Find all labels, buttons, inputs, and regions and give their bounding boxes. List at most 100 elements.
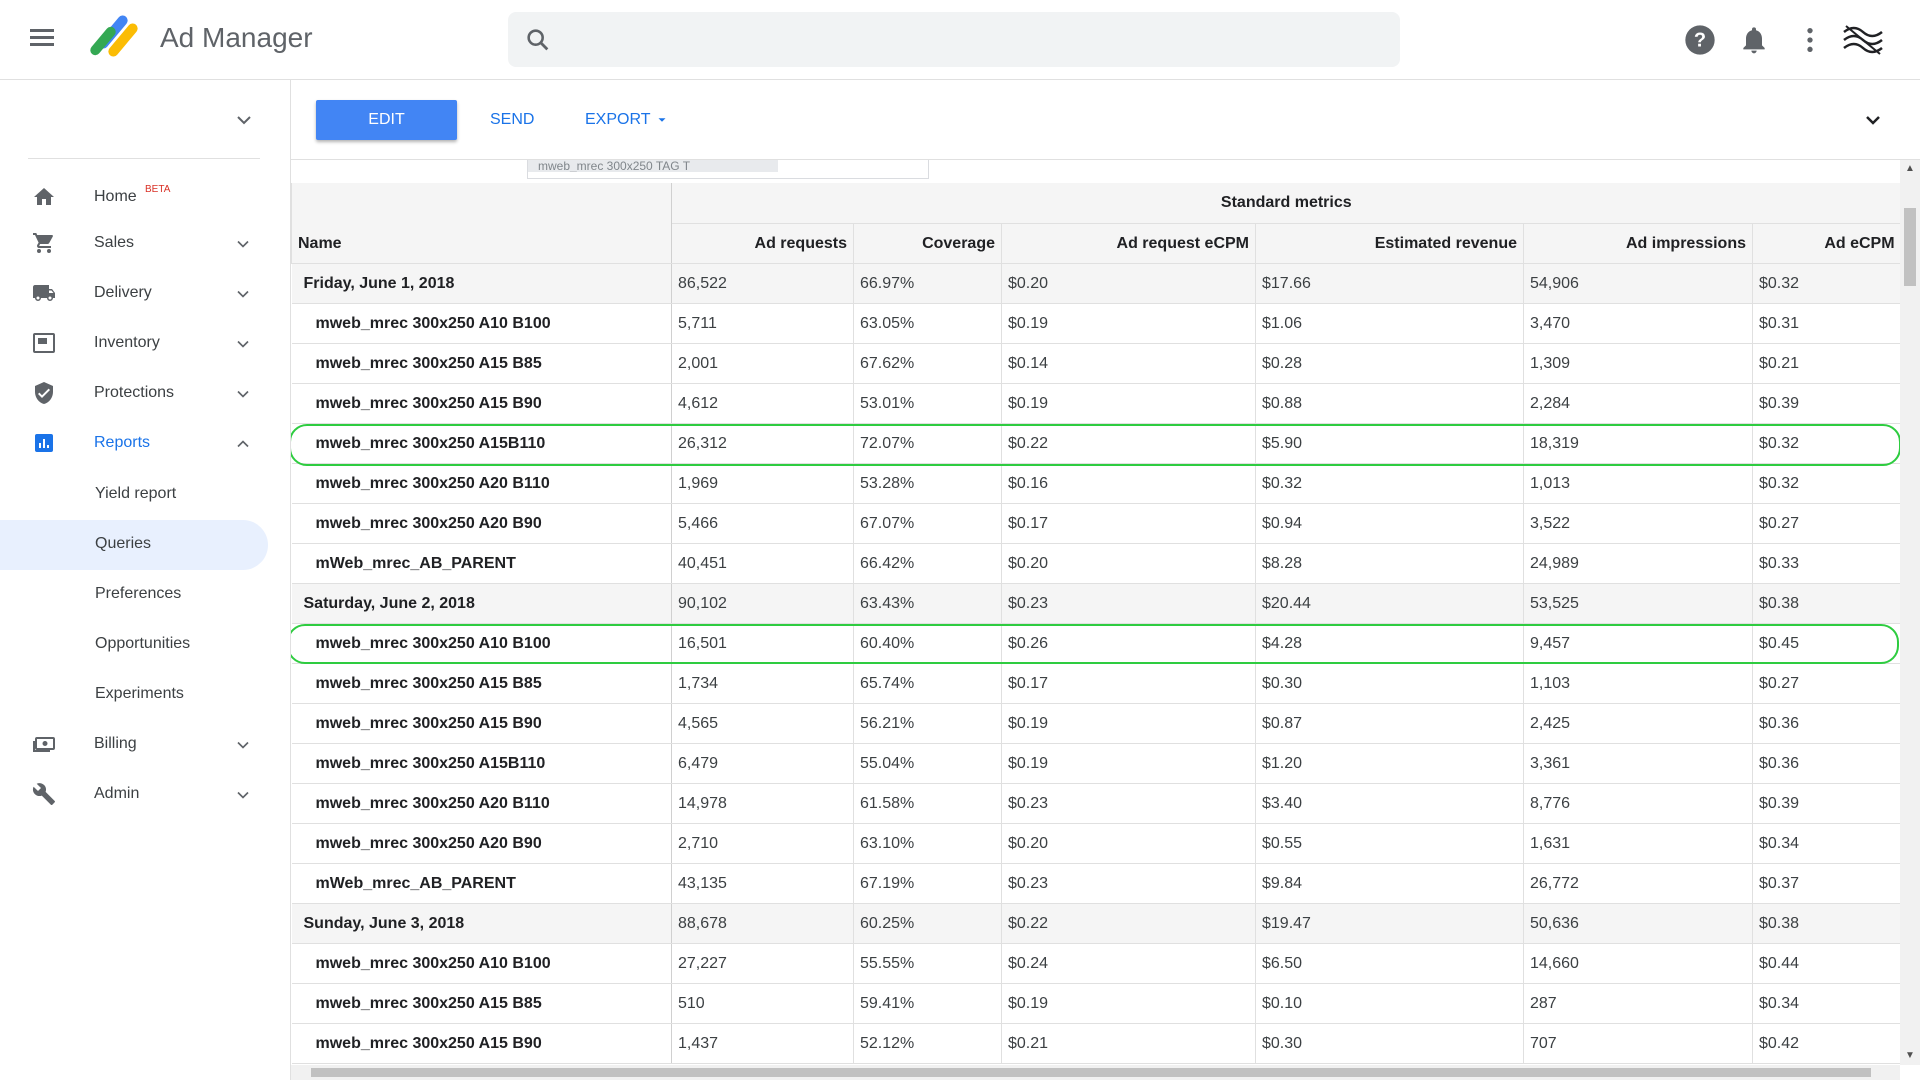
column-header[interactable]: Ad request eCPM [1001,223,1256,264]
column-header[interactable]: Ad requests [671,223,854,264]
row-name-cell: mWeb_mrec_AB_PARENT [291,543,672,584]
sidebar-item-billing[interactable]: Billing [0,723,290,765]
table-row[interactable]: mweb_mrec 300x250 A10 B100 5,711 63.05% $0.… [291,303,1900,344]
metric-cell: 2,001 [671,343,854,384]
metric-cell: 40,451 [671,543,854,584]
home-icon [34,188,54,205]
row-name-cell: Friday, June 1, 2018 [291,263,672,304]
table-row[interactable]: mweb_mrec 300x250 A10 B100 27,227 55.55% $0… [291,943,1900,984]
search-bar[interactable] [508,12,1400,67]
scrollbar-thumb[interactable] [1904,208,1916,286]
metric-cell: $0.28 [1255,343,1524,384]
metric-cell: 24,989 [1523,543,1753,584]
sidebar-item-inventory[interactable]: Inventory [0,322,290,364]
inventory-icon [33,333,55,353]
column-header[interactable]: Ad eCPM [1751,223,1900,264]
row-name-cell: mweb_mrec 300x250 A20 B90 [291,823,672,864]
metric-cell: $0.21 [1751,343,1900,384]
sidebar-item-label: Delivery [94,284,152,301]
account-logo-icon[interactable] [1842,22,1884,58]
table-row[interactable]: mweb_mrec 300x250 A15B110 6,479 55.04% $0.1… [291,743,1900,784]
metric-cell: $20.44 [1255,583,1524,624]
export-label: EXPORT [585,111,651,128]
report-toolbar: EDIT SEND EXPORT [291,80,1920,160]
sidebar-item-admin[interactable]: Admin [0,773,290,815]
metric-cell: $0.27 [1751,503,1900,544]
scrollbar-thumb[interactable] [311,1068,1871,1077]
column-header-name[interactable]: Name [291,183,672,264]
metric-cell: $0.87 [1255,703,1524,744]
metric-cell: 5,711 [671,303,854,344]
hamburger-menu-icon[interactable] [28,26,56,52]
metric-cell: $0.19 [1001,303,1256,344]
metric-cell: 53.28% [853,463,1002,504]
metric-cell: 8,776 [1523,783,1753,824]
metric-cell: $0.55 [1255,823,1524,864]
table-row[interactable]: mweb_mrec 300x250 A15 B90 4,565 56.21% $0.1… [291,703,1900,744]
metric-cell: $0.23 [1001,863,1256,904]
metric-cell: $0.16 [1001,463,1256,504]
row-name-cell: Sunday, June 3, 2018 [291,903,672,944]
table-day-row[interactable]: Sunday, June 3, 2018 88,678 60.25% $0.22 $19… [291,903,1900,944]
table-row[interactable]: mweb_mrec 300x250 A15 B90 1,437 52.12% $0.2… [291,1023,1900,1064]
table-row[interactable]: mweb_mrec 300x250 A15 B85 1,734 65.74% $0.1… [291,663,1900,704]
table-row[interactable]: mweb_mrec 300x250 A20 B110 14,978 61.58% $0… [291,783,1900,824]
column-header[interactable]: Coverage [853,223,1002,264]
sidebar-subitem-queries[interactable]: Queries [0,520,268,570]
scroll-up-arrow-icon[interactable]: ▲ [1900,160,1920,178]
table-row[interactable]: mweb_mrec 300x250 A15 B90 4,612 53.01% $0.1… [291,383,1900,424]
filter-chip[interactable]: mweb_mrec 300x250 TAG T [528,160,778,172]
sidebar-item-sales[interactable]: Sales [0,222,290,264]
ad-manager-logo-icon [90,15,138,57]
edit-button[interactable]: EDIT [316,100,457,140]
send-button[interactable]: SEND [490,100,534,140]
notifications-icon[interactable] [1738,24,1770,56]
metric-cell: 2,284 [1523,383,1753,424]
sidebar-item-label: Protections [94,384,175,401]
sidebar-subitem-experiments[interactable]: Experiments [0,670,268,720]
sidebar-item-delivery[interactable]: Delivery [0,272,290,314]
more-vert-icon[interactable] [1794,24,1826,56]
group-header-standard-metrics: Standard metrics [670,183,1900,224]
table-row[interactable]: mweb_mrec 300x250 A20 B110 1,969 53.28% $0.… [291,463,1900,504]
row-name-cell: mweb_mrec 300x250 A15 B85 [291,343,672,384]
table-row[interactable]: mWeb_mrec_AB_PARENT 43,135 67.19% $0.23 $9.8… [291,863,1900,904]
column-header[interactable]: Ad impressions [1523,223,1753,264]
row-name-cell: mweb_mrec 300x250 A15B110 [291,743,672,784]
metric-cell: 2,425 [1523,703,1753,744]
export-button[interactable]: EXPORT [585,100,669,140]
chevron-down-icon[interactable] [1861,108,1885,132]
table-day-row[interactable]: Friday, June 1, 2018 86,522 66.97% $0.20 $17… [291,263,1900,304]
chevron-down-icon [237,340,249,348]
metric-cell: $0.21 [1001,1023,1256,1064]
metric-cell: 65.74% [853,663,1002,704]
metric-cell: $0.32 [1751,263,1900,304]
table-row[interactable]: mweb_mrec 300x250 A20 B90 2,710 63.10% $0.2… [291,823,1900,864]
metric-cell: 66.42% [853,543,1002,584]
table-row[interactable]: mweb_mrec 300x250 A15 B85 2,001 67.62% $0.1… [291,343,1900,384]
sidebar-item-reports[interactable]: Reports [0,422,290,464]
horizontal-scrollbar[interactable] [291,1065,1900,1080]
column-header[interactable]: Estimated revenue [1255,223,1524,264]
sidebar-subitem-opportunities[interactable]: Opportunities [0,620,268,670]
table-row[interactable]: mweb_mrec 300x250 A15 B85 510 59.41% $0.19 $… [291,983,1900,1024]
sidebar-subitem-preferences[interactable]: Preferences [0,570,268,620]
sidebar-subitem-yield-report[interactable]: Yield report [0,470,268,520]
table-row[interactable]: mweb_mrec 300x250 A15B110 26,312 72.07% $0.… [291,423,1900,464]
table-row[interactable]: mweb_mrec 300x250 A20 B90 5,466 67.07% $0.1… [291,503,1900,544]
metric-cell: $0.30 [1255,663,1524,704]
metric-cell: 26,772 [1523,863,1753,904]
metric-cell: $0.20 [1001,263,1256,304]
scroll-down-arrow-icon[interactable]: ▼ [1900,1047,1920,1065]
metric-cell: $0.23 [1001,583,1256,624]
vertical-scrollbar[interactable]: ▲ ▼ [1900,160,1920,1065]
sidebar-item-protections[interactable]: Protections [0,372,290,414]
metric-cell: 18,319 [1523,423,1753,464]
table-row[interactable]: mweb_mrec 300x250 A10 B100 16,501 60.40% $0… [291,623,1900,664]
caret-down-icon [658,118,666,122]
chevron-down-icon[interactable] [232,108,256,132]
table-day-row[interactable]: Saturday, June 2, 2018 90,102 63.43% $0.23 $… [291,583,1900,624]
table-row[interactable]: mWeb_mrec_AB_PARENT 40,451 66.42% $0.20 $8.2… [291,543,1900,584]
help-icon[interactable]: ? [1684,24,1716,56]
sidebar-item-home[interactable]: Home BETA [0,176,290,218]
